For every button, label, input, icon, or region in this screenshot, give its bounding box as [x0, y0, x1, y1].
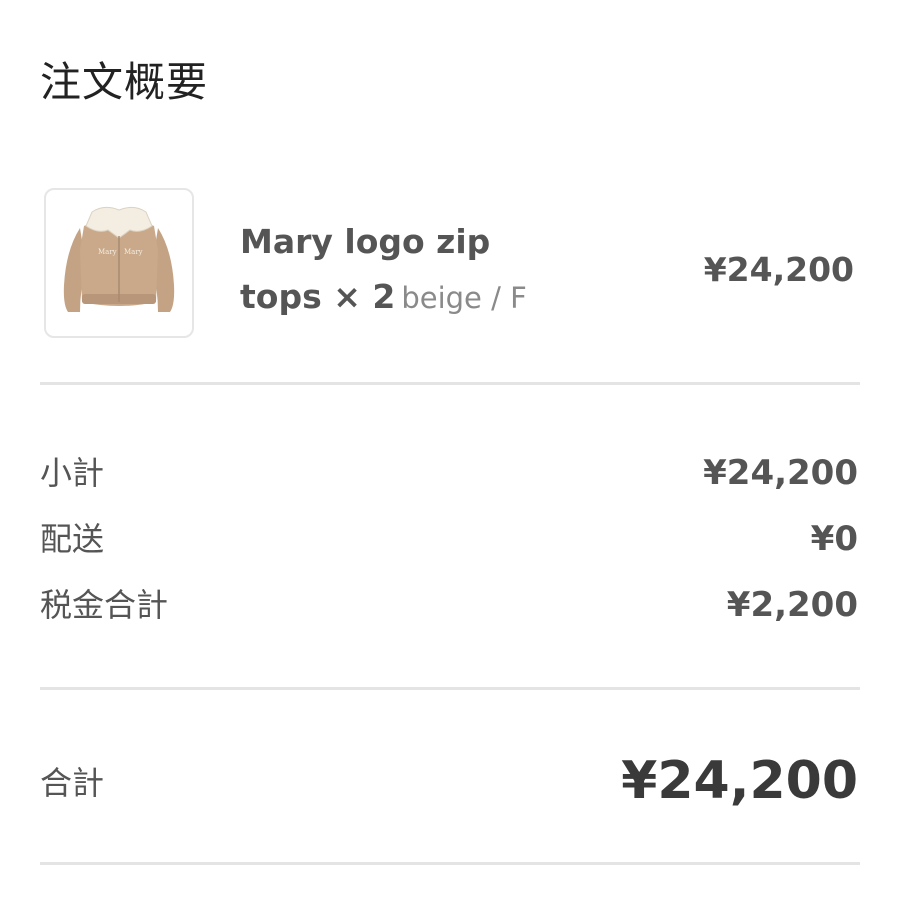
- total-value: ¥24,200: [621, 751, 858, 811]
- product-variant: beige / F: [401, 281, 527, 315]
- cardigan-icon: Mary Mary: [63, 206, 175, 312]
- svg-text:Mary: Mary: [98, 248, 117, 256]
- total-label: 合計: [40, 764, 105, 802]
- shipping-value: ¥0: [810, 519, 858, 559]
- total-row: 合計 ¥24,200: [40, 748, 858, 818]
- tax-value: ¥2,200: [726, 585, 858, 625]
- product-name-line2: tops × 2: [240, 277, 396, 316]
- product-name-line2-row: tops × 2 beige / F: [240, 269, 640, 326]
- product-thumbnail[interactable]: Mary Mary: [44, 188, 194, 338]
- product-price: ¥24,200: [703, 250, 854, 289]
- tax-label: 税金合計: [40, 586, 169, 624]
- product-name[interactable]: Mary logo zip tops × 2 beige / F: [240, 214, 640, 326]
- product-name-line1: Mary logo zip: [240, 222, 491, 261]
- summary-row-subtotal: 小計 ¥24,200: [40, 448, 858, 498]
- summary-row-shipping: 配送 ¥0: [40, 514, 858, 564]
- subtotal-value: ¥24,200: [703, 453, 858, 493]
- divider-bottom: [40, 862, 860, 865]
- subtotal-label: 小計: [40, 454, 105, 492]
- divider-top: [40, 382, 860, 385]
- summary-row-tax: 税金合計 ¥2,200: [40, 580, 858, 630]
- order-summary-title: 注文概要: [40, 58, 208, 106]
- svg-text:Mary: Mary: [124, 248, 143, 256]
- divider-middle: [40, 687, 860, 690]
- shipping-label: 配送: [40, 520, 105, 558]
